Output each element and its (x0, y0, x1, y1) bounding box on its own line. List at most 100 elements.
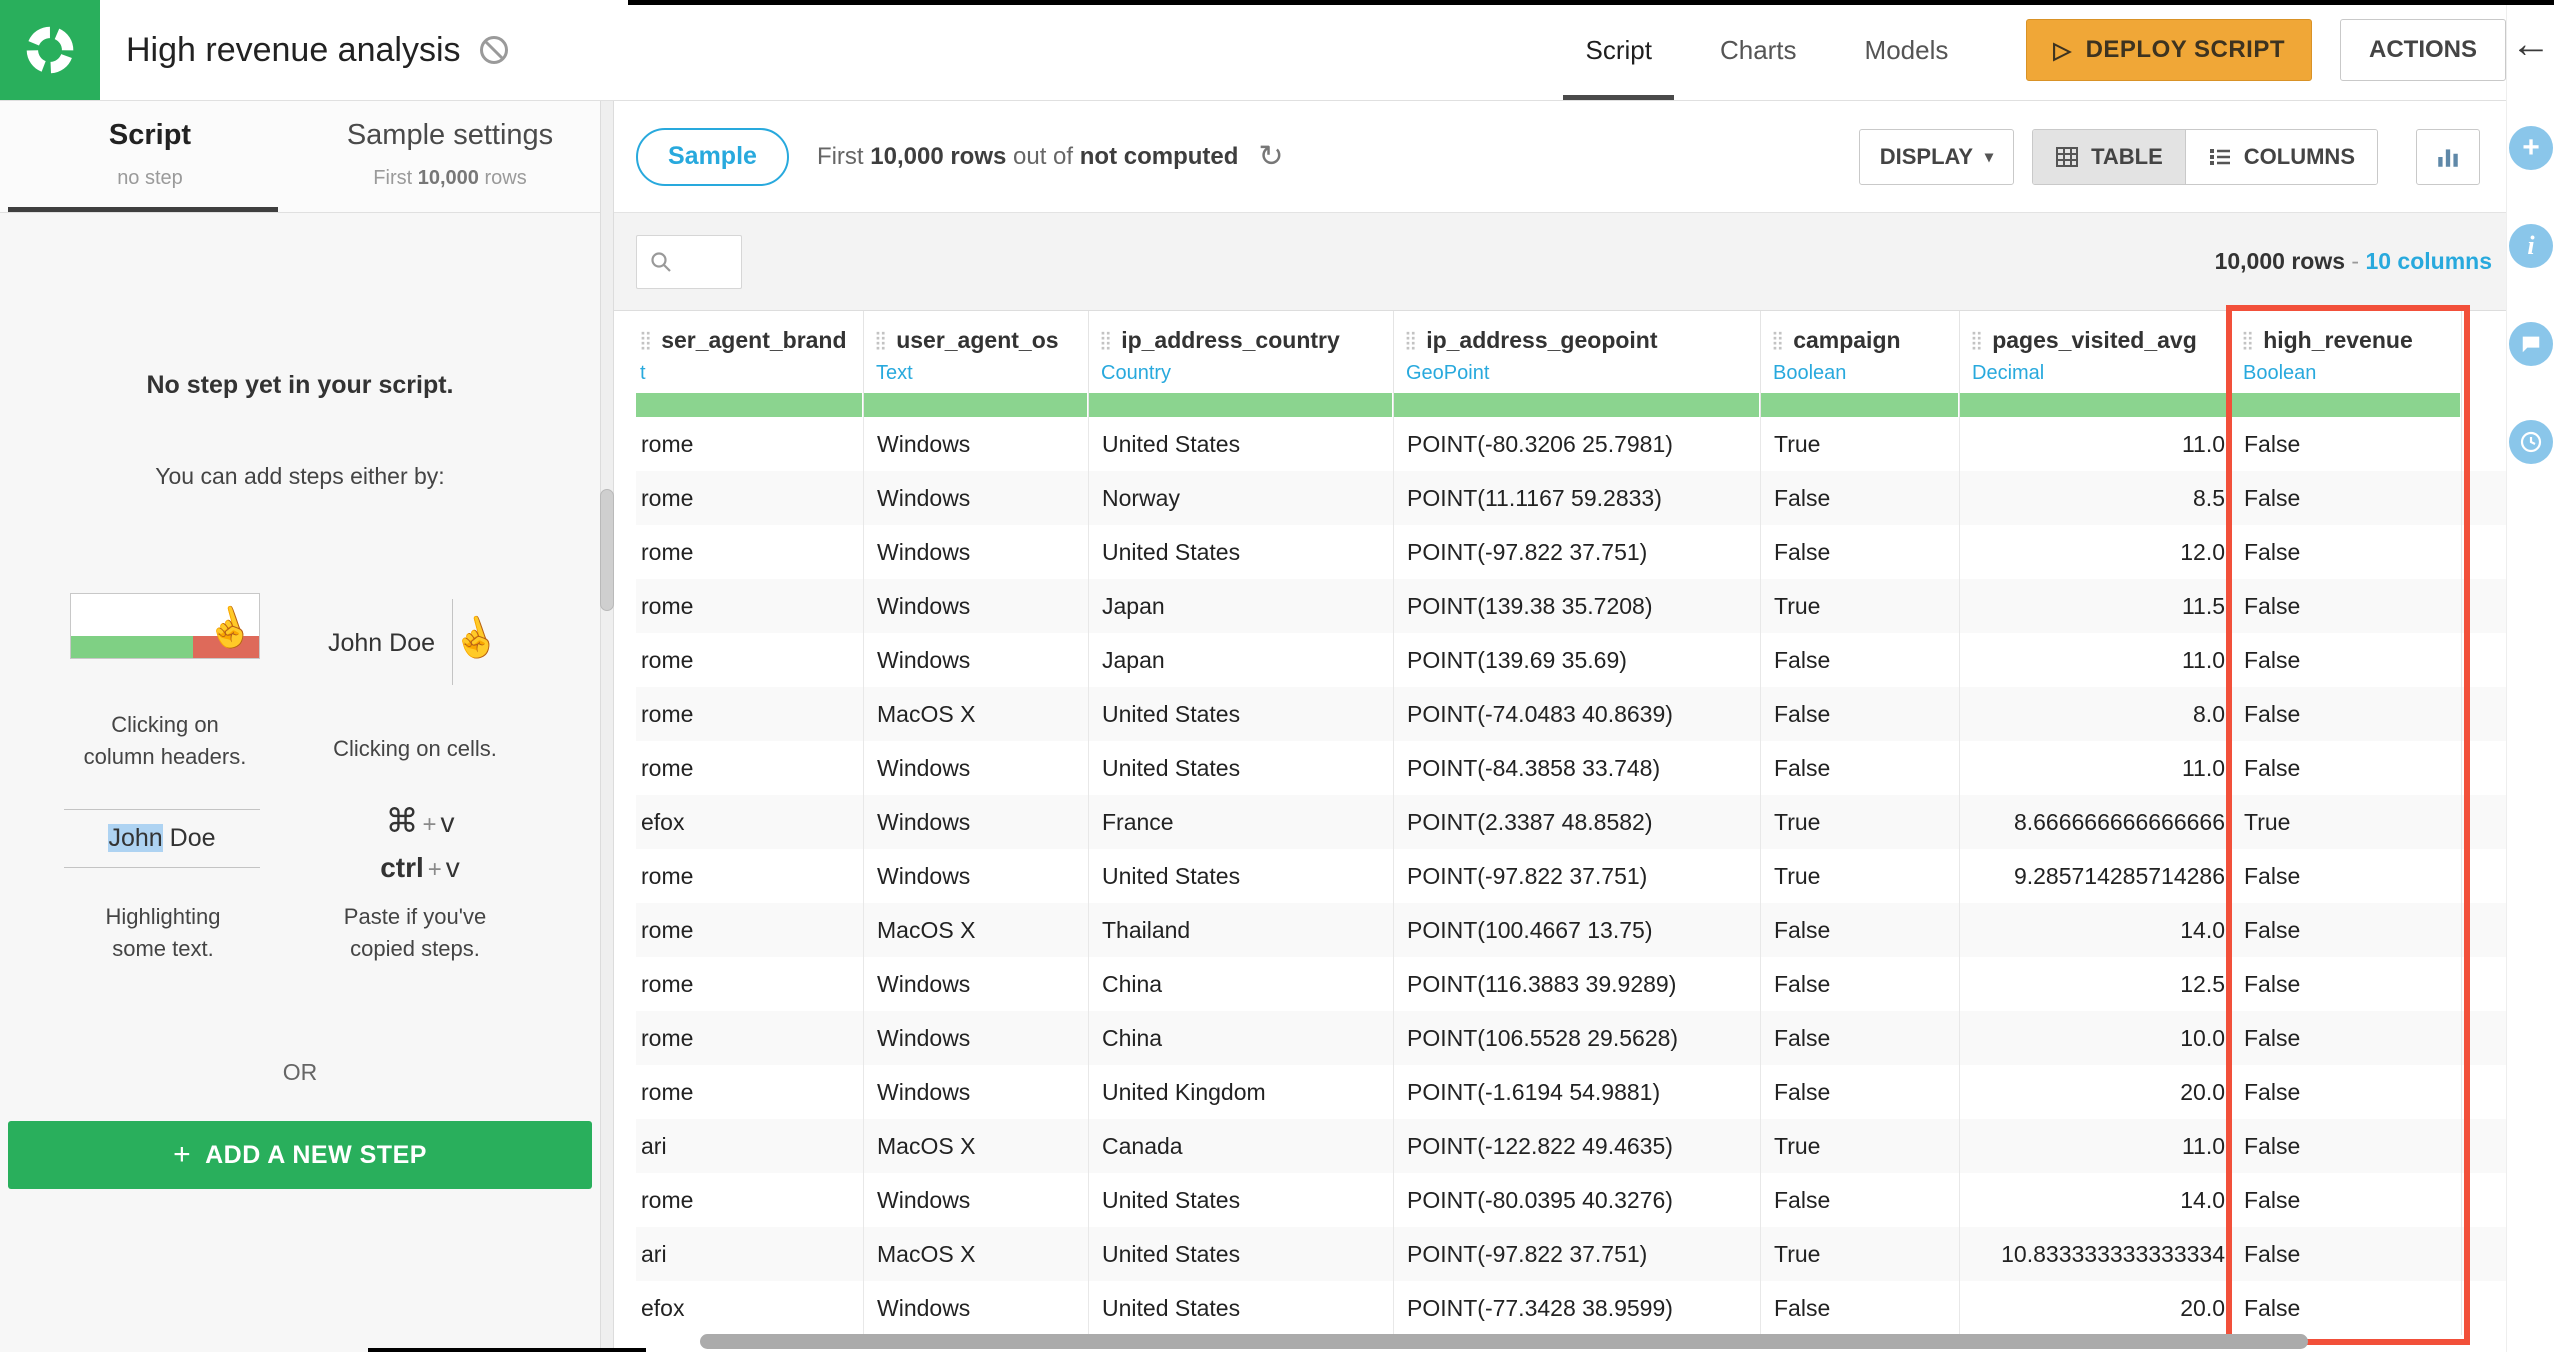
column-header-ser_agent_brand[interactable]: ⣿ ser_agent_brand t (636, 311, 864, 417)
table-cell[interactable]: POINT(-97.822 37.751) (1394, 1227, 1761, 1281)
table-cell[interactable]: True (1761, 417, 1960, 471)
table-cell[interactable]: POINT(-77.3428 38.9599) (1394, 1281, 1761, 1335)
table-cell[interactable]: True (1761, 579, 1960, 633)
table-cell[interactable]: 11.0 (1960, 741, 2231, 795)
table-cell[interactable]: False (2231, 957, 2462, 1011)
table-cell[interactable]: POINT(100.4667 13.75) (1394, 903, 1761, 957)
table-cell[interactable]: United States (1089, 1173, 1394, 1227)
table-cell[interactable]: 10.0 (1960, 1011, 2231, 1065)
table-cell[interactable]: rome (636, 849, 864, 903)
table-cell[interactable]: ari (636, 1119, 864, 1173)
table-cell[interactable]: False (2231, 525, 2462, 579)
quick-chart-button[interactable] (2416, 128, 2480, 185)
table-cell[interactable]: efox (636, 1281, 864, 1335)
table-cell[interactable]: Windows (864, 1281, 1089, 1335)
table-cell[interactable]: False (1761, 633, 1960, 687)
table-cell[interactable]: False (2231, 633, 2462, 687)
table-cell[interactable]: POINT(139.69 35.69) (1394, 633, 1761, 687)
table-cell[interactable]: False (2231, 1119, 2462, 1173)
refresh-sample-icon[interactable]: ↻ (1258, 139, 1283, 174)
add-new-step-button[interactable]: + ADD A NEW STEP (8, 1121, 592, 1189)
column-header-pages_visited_avg[interactable]: ⣿ pages_visited_avg Decimal (1960, 311, 2231, 417)
column-count-link[interactable]: 10 columns (2365, 248, 2492, 274)
app-logo[interactable] (0, 0, 100, 100)
column-type[interactable]: Boolean (1761, 354, 1959, 385)
panel-resize-handle[interactable] (600, 489, 614, 611)
table-cell[interactable]: rome (636, 471, 864, 525)
table-cell[interactable]: True (2231, 795, 2462, 849)
table-cell[interactable]: False (2231, 579, 2462, 633)
table-cell[interactable]: POINT(2.3387 48.8582) (1394, 795, 1761, 849)
sample-button[interactable]: Sample (636, 127, 789, 186)
display-dropdown-button[interactable]: DISPLAY ▾ (1858, 128, 2015, 185)
table-cell[interactable]: True (1761, 795, 1960, 849)
table-cell[interactable]: False (1761, 1011, 1960, 1065)
search-input[interactable] (681, 247, 737, 276)
table-cell[interactable]: MacOS X (864, 687, 1089, 741)
table-cell[interactable]: Windows (864, 417, 1089, 471)
discussions-rail-button[interactable] (2509, 322, 2553, 366)
table-cell[interactable]: False (1761, 687, 1960, 741)
table-cell[interactable]: 11.5 (1960, 579, 2231, 633)
table-cell[interactable]: 14.0 (1960, 1173, 2231, 1227)
table-cell[interactable]: POINT(-1.6194 54.9881) (1394, 1065, 1761, 1119)
table-cell[interactable]: Windows (864, 849, 1089, 903)
table-cell[interactable]: rome (636, 903, 864, 957)
table-cell[interactable]: False (1761, 957, 1960, 1011)
table-cell[interactable]: rome (636, 1011, 864, 1065)
column-type[interactable]: Country (1089, 354, 1393, 385)
table-cell[interactable]: Windows (864, 579, 1089, 633)
columns-view-button[interactable]: COLUMNS (2185, 129, 2377, 184)
table-cell[interactable]: False (1761, 903, 1960, 957)
table-cell[interactable]: 20.0 (1960, 1065, 2231, 1119)
table-cell[interactable]: Windows (864, 1173, 1089, 1227)
column-header-ip_address_country[interactable]: ⣿ ip_address_country Country (1089, 311, 1394, 417)
table-cell[interactable]: POINT(-97.822 37.751) (1394, 849, 1761, 903)
table-cell[interactable]: False (2231, 1227, 2462, 1281)
table-cell[interactable]: 12.0 (1960, 525, 2231, 579)
table-cell[interactable]: False (2231, 849, 2462, 903)
table-cell[interactable]: Windows (864, 795, 1089, 849)
table-cell[interactable]: France (1089, 795, 1394, 849)
table-cell[interactable]: 8.5 (1960, 471, 2231, 525)
table-cell[interactable]: False (2231, 687, 2462, 741)
table-cell[interactable]: United States (1089, 687, 1394, 741)
table-cell[interactable]: POINT(-80.3206 25.7981) (1394, 417, 1761, 471)
table-cell[interactable]: Windows (864, 471, 1089, 525)
table-cell[interactable]: rome (636, 525, 864, 579)
table-cell[interactable]: False (2231, 1281, 2462, 1335)
table-cell[interactable]: 12.5 (1960, 957, 2231, 1011)
column-header-ip_address_geopoint[interactable]: ⣿ ip_address_geopoint GeoPoint (1394, 311, 1761, 417)
table-cell[interactable]: rome (636, 633, 864, 687)
column-header-campaign[interactable]: ⣿ campaign Boolean (1761, 311, 1960, 417)
table-cell[interactable]: efox (636, 795, 864, 849)
left-tab-sample-settings[interactable]: Sample settings First 10,000 rows (300, 101, 600, 212)
table-cell[interactable]: ari (636, 1227, 864, 1281)
horizontal-scrollbar[interactable] (700, 1334, 2308, 1349)
table-cell[interactable]: 8.0 (1960, 687, 2231, 741)
table-cell[interactable]: 9.285714285714286 (1960, 849, 2231, 903)
tab-models[interactable]: Models (1831, 0, 1983, 100)
table-cell[interactable]: MacOS X (864, 1227, 1089, 1281)
table-cell[interactable]: 14.0 (1960, 903, 2231, 957)
table-cell[interactable]: Windows (864, 957, 1089, 1011)
collapse-panel-arrow-icon[interactable]: ← (2507, 24, 2554, 64)
table-cell[interactable]: Windows (864, 741, 1089, 795)
table-cell[interactable]: Canada (1089, 1119, 1394, 1173)
table-cell[interactable]: MacOS X (864, 903, 1089, 957)
table-cell[interactable]: False (1761, 471, 1960, 525)
tab-script[interactable]: Script (1551, 0, 1685, 100)
table-cell[interactable]: Windows (864, 1011, 1089, 1065)
table-cell[interactable]: POINT(-97.822 37.751) (1394, 525, 1761, 579)
deploy-script-button[interactable]: ▷ DEPLOY SCRIPT (2026, 19, 2312, 81)
table-cell[interactable]: United States (1089, 741, 1394, 795)
table-cell[interactable]: False (2231, 471, 2462, 525)
table-cell[interactable]: POINT(116.3883 39.9289) (1394, 957, 1761, 1011)
info-rail-button[interactable]: i (2509, 224, 2553, 268)
actions-button[interactable]: ACTIONS (2340, 19, 2506, 81)
table-cell[interactable]: POINT(-74.0483 40.8639) (1394, 687, 1761, 741)
history-rail-button[interactable] (2509, 420, 2553, 464)
table-cell[interactable]: Norway (1089, 471, 1394, 525)
table-cell[interactable]: 11.0 (1960, 1119, 2231, 1173)
table-cell[interactable]: MacOS X (864, 1119, 1089, 1173)
